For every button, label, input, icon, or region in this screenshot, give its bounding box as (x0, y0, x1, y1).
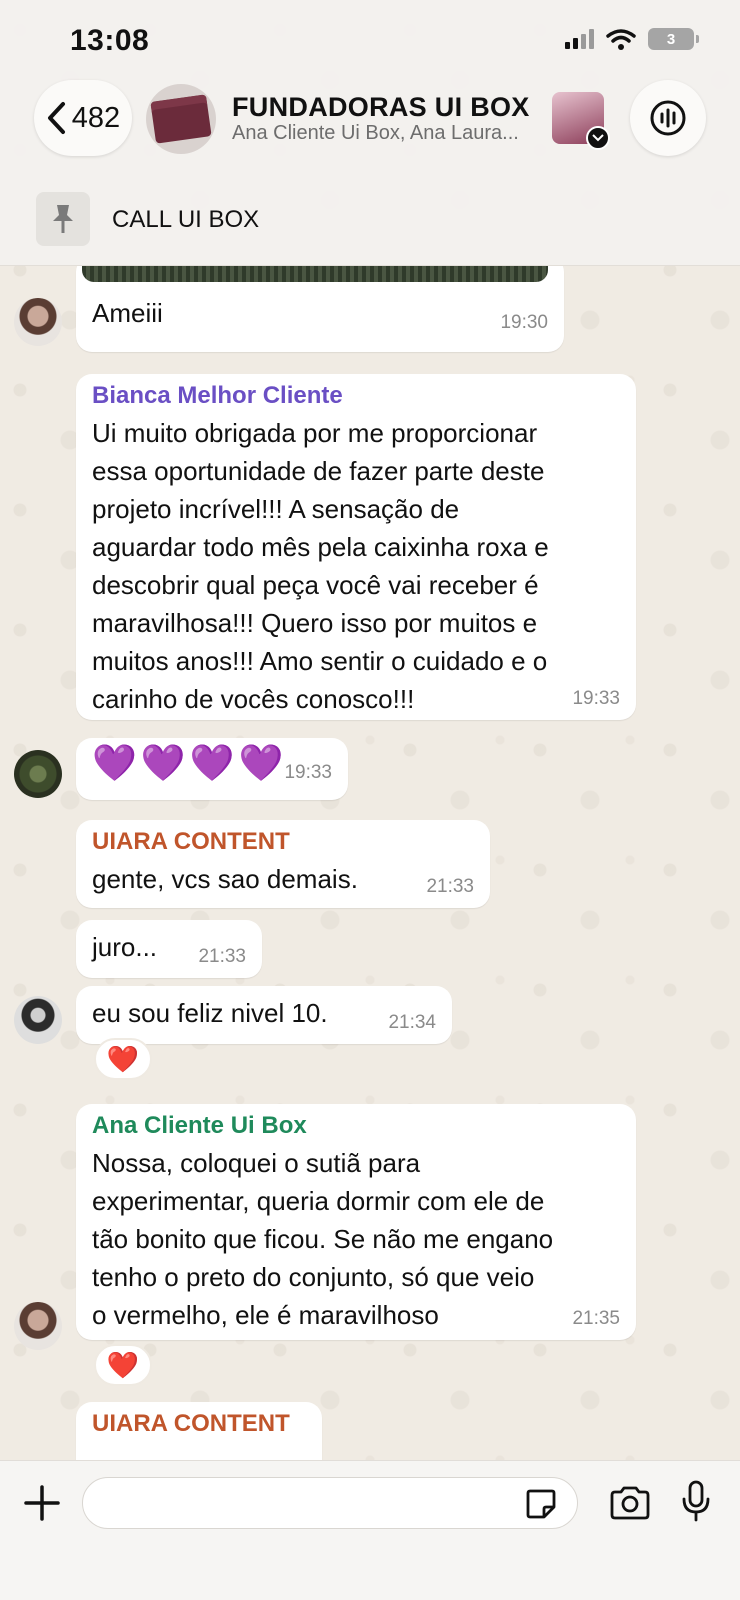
sender-avatar[interactable] (14, 996, 62, 1044)
camera-icon[interactable] (608, 1485, 652, 1521)
message-text: eu sou feliz nivel 10. (92, 998, 328, 1028)
message-bubble[interactable]: juro... 21:33 (76, 920, 262, 978)
chat-header: 13:08 3 482 FUNDADORAS UI BOX Ana Client… (0, 0, 740, 266)
status-time: 13:08 (70, 24, 150, 57)
pinned-message[interactable]: CALL UI BOX (0, 180, 740, 260)
heart-reaction[interactable]: ❤️ (94, 1038, 152, 1080)
sender-name[interactable]: UIARA CONTENT (92, 1410, 290, 1438)
heart-reaction[interactable]: ❤️ (94, 1344, 152, 1386)
group-members-preview[interactable]: Ana Cliente Ui Box, Ana Laura... (232, 122, 542, 145)
message-time: 21:34 (388, 1012, 436, 1033)
wifi-icon (606, 29, 636, 50)
message-time: 21:33 (426, 876, 474, 897)
emoji-text: 💜💜💜💜 (92, 742, 288, 783)
message-text: Ameiii (92, 298, 163, 328)
message-bubble[interactable]: Bianca Melhor Cliente Ui muito obrigada … (76, 374, 636, 720)
message-time: 19:30 (500, 312, 548, 333)
chevron-left-icon (47, 102, 65, 134)
message-bubble[interactable]: 💜💜💜💜 19:33 (76, 738, 348, 800)
sender-name[interactable]: Bianca Melhor Cliente (92, 382, 343, 410)
group-avatar[interactable] (146, 84, 216, 154)
sender-avatar[interactable] (14, 750, 62, 798)
message-bubble[interactable]: Ana Cliente Ui Box Nossa, coloquei o sut… (76, 1104, 636, 1340)
group-name[interactable]: FUNDADORAS UI BOX (232, 92, 530, 123)
plus-icon[interactable] (22, 1483, 62, 1523)
pin-icon (36, 192, 90, 246)
voice-chat-button[interactable] (630, 80, 706, 156)
microphone-icon[interactable] (680, 1479, 712, 1523)
audio-waveform-icon (650, 100, 686, 136)
message-time: 19:33 (284, 762, 332, 783)
signal-icon (565, 29, 594, 49)
pinned-label: CALL UI BOX (112, 206, 260, 233)
battery-icon: 3 (648, 28, 699, 50)
message-bubble[interactable]: UIARA CONTENT (76, 1402, 322, 1460)
sender-name[interactable]: UIARA CONTENT (92, 828, 290, 856)
message-bubble[interactable]: UIARA CONTENT gente, vcs sao demais. 21:… (76, 820, 490, 908)
message-time: 21:35 (572, 1308, 620, 1329)
message-time: 21:33 (198, 946, 246, 967)
chevron-down-icon (586, 126, 610, 150)
sender-avatar[interactable] (14, 1302, 62, 1350)
sticker-icon[interactable] (524, 1487, 558, 1521)
unread-count: 482 (71, 101, 121, 134)
sender-name[interactable]: Ana Cliente Ui Box (92, 1112, 307, 1140)
message-bubble[interactable]: Ameiii 19:30 (76, 266, 564, 352)
message-bubble[interactable]: eu sou feliz nivel 10. 21:34 (76, 986, 452, 1044)
message-text: gente, vcs sao demais. (92, 864, 358, 894)
status-icons: 3 (565, 28, 699, 50)
back-button[interactable]: 482 (34, 80, 132, 156)
composer-bar (0, 1460, 740, 1600)
message-text: Ui muito obrigada por me proporcionar es… (92, 418, 549, 714)
image-thumbnail[interactable] (82, 266, 548, 282)
participant-avatar[interactable] (552, 92, 610, 150)
message-text: juro... (92, 932, 158, 962)
box-image (150, 94, 212, 144)
message-time: 19:33 (572, 688, 620, 709)
message-text: Nossa, coloquei o sutiã para experimenta… (92, 1148, 554, 1330)
message-input[interactable] (82, 1477, 578, 1529)
sender-avatar[interactable] (14, 298, 62, 346)
message-list[interactable]: Ameiii 19:30 Bianca Melhor Cliente Ui mu… (0, 266, 740, 1460)
